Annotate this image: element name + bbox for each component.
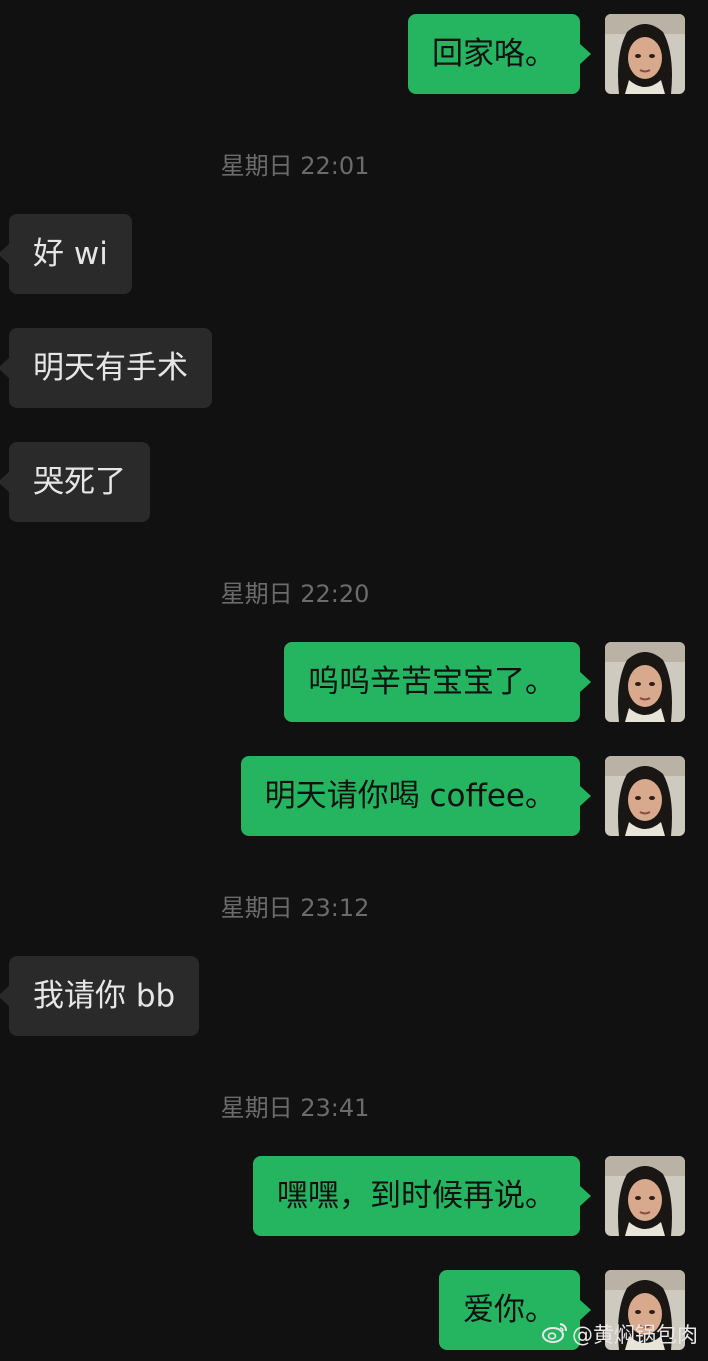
incoming-message[interactable]: 我请你 bb (0, 956, 200, 1036)
outgoing-message[interactable]: 明天请你喝 coffee。 (240, 756, 592, 836)
timestamp: 星期日 22:20 (220, 580, 370, 608)
weibo-icon (542, 1321, 568, 1348)
incoming-message[interactable]: 哭死了 (0, 442, 150, 522)
timestamp: 星期日 23:12 (220, 894, 370, 922)
user-avatar[interactable] (605, 642, 685, 722)
timestamp: 星期日 22:01 (220, 152, 370, 180)
user-avatar[interactable] (605, 1156, 685, 1236)
user-avatar[interactable] (605, 14, 685, 94)
avatar-image (605, 642, 685, 722)
watermark: @黄焖锅包肉 (542, 1319, 698, 1349)
avatar-image (605, 756, 685, 836)
watermark-text: @黄焖锅包肉 (572, 1323, 698, 1347)
outgoing-message[interactable]: 呜呜辛苦宝宝了。 (284, 642, 591, 722)
incoming-message[interactable]: 明天有手术 (0, 328, 212, 408)
avatar-image (605, 14, 685, 94)
outgoing-message[interactable]: 回家咯。 (408, 14, 591, 94)
user-avatar[interactable] (605, 756, 685, 836)
chat-history[interactable]: 回家咯。 星期日 22:01 好 wi 明天有手术 哭死了 星期日 22:20 … (0, 0, 708, 1361)
avatar-image (605, 1156, 685, 1236)
incoming-message[interactable]: 好 wi (0, 214, 132, 294)
timestamp: 星期日 23:41 (220, 1094, 370, 1122)
outgoing-message[interactable]: 嘿嘿，到时候再说。 (253, 1156, 591, 1236)
